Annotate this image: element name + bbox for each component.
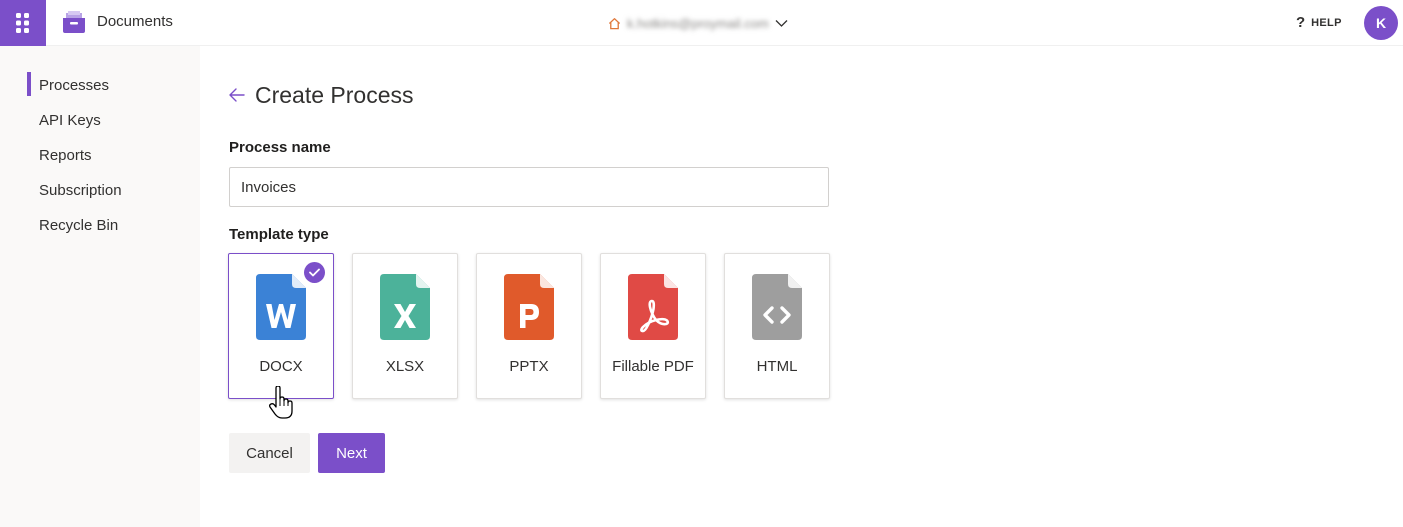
account-switcher[interactable]: k.hotkins@proymail.com [608, 13, 788, 33]
template-tile-html[interactable]: HTML [724, 253, 830, 399]
sidebar-item-subscription[interactable]: Subscription [27, 177, 187, 203]
excel-file-icon [380, 274, 430, 340]
template-tile-docx[interactable]: DOCX [228, 253, 334, 399]
app-title: Documents [97, 13, 173, 30]
cancel-button[interactable]: Cancel [229, 433, 310, 473]
question-mark-icon: ? [1296, 14, 1306, 31]
template-tile-xlsx[interactable]: XLSX [352, 253, 458, 399]
back-arrow-icon[interactable] [228, 86, 246, 104]
help-button[interactable]: ? HELP [1296, 14, 1342, 31]
documents-logo-icon [63, 11, 85, 33]
next-button[interactable]: Next [318, 433, 385, 473]
sidebar-item-api-keys[interactable]: API Keys [27, 107, 187, 133]
sidebar: Processes API Keys Reports Subscription … [0, 46, 200, 527]
home-icon [608, 17, 621, 29]
selected-check-icon [304, 262, 325, 283]
waffle-icon [16, 13, 29, 33]
template-label: HTML [756, 358, 798, 375]
word-file-icon [256, 274, 306, 340]
sidebar-item-processes[interactable]: Processes [27, 72, 187, 98]
sidebar-item-reports[interactable]: Reports [27, 142, 187, 168]
top-bar: Documents k.hotkins@proymail.com ? HELP … [0, 0, 1403, 46]
template-label: XLSX [385, 358, 425, 375]
template-tile-fillable-pdf[interactable]: Fillable PDF [600, 253, 706, 399]
process-name-label: Process name [229, 139, 331, 156]
template-type-label: Template type [229, 226, 329, 243]
powerpoint-file-icon [504, 274, 554, 340]
avatar[interactable]: K [1364, 6, 1398, 40]
sidebar-item-recycle-bin[interactable]: Recycle Bin [27, 212, 187, 238]
chevron-down-icon [775, 19, 788, 27]
html-file-icon [752, 274, 802, 340]
template-label: DOCX [259, 358, 303, 375]
page-title: Create Process [255, 82, 414, 108]
pdf-file-icon [628, 274, 678, 340]
template-label: Fillable PDF [612, 358, 694, 375]
help-label: HELP [1311, 16, 1342, 29]
template-tile-pptx[interactable]: PPTX [476, 253, 582, 399]
template-label: PPTX [509, 358, 549, 375]
app-launcher-button[interactable] [0, 0, 46, 46]
process-name-input[interactable] [229, 167, 829, 207]
account-email: k.hotkins@proymail.com [627, 15, 769, 31]
